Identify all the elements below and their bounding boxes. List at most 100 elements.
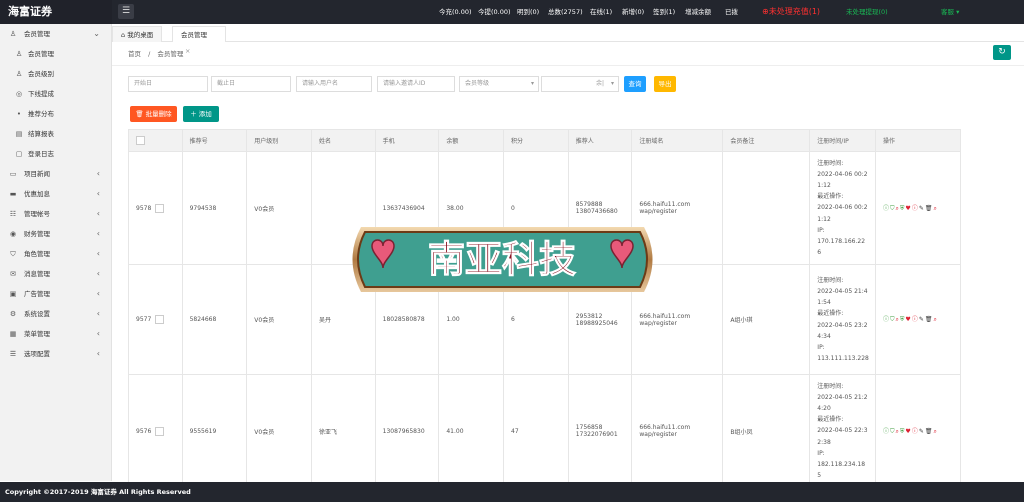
refresh-icon[interactable]: ↻ <box>993 45 1011 60</box>
sidebar-item-14[interactable]: ⚙ 系统设置 ‹ <box>0 304 111 324</box>
search-icon[interactable]: ⌕ <box>896 315 899 324</box>
info-circle-icon[interactable]: ⓘ <box>912 204 918 213</box>
stat-tomorrow[interactable]: 明到(0) <box>517 0 539 24</box>
start-date-input[interactable]: 开始日 <box>128 76 208 92</box>
sidebar-item-0[interactable]: ♙ 会员管理 ⌄ <box>0 24 111 44</box>
watermark-text: 南亚科技 <box>428 237 576 281</box>
sidebar-item-16[interactable]: ☰ 选项配置 ‹ <box>0 344 111 364</box>
row-checkbox[interactable] <box>155 315 165 324</box>
chevron-left-icon: ‹ <box>96 229 100 238</box>
stat-today-withdraw[interactable]: 今提(0.00) <box>478 0 511 24</box>
pending-recharge-alert[interactable]: ⊕未处理充值(1) <box>762 0 820 24</box>
sidebar-item-label: 管理帐号 <box>24 210 50 218</box>
top-bar: 海富证券 ☰ 今充(0.00) 今提(0.00) 明到(0) 总数(2757) … <box>0 0 1024 24</box>
trash-icon[interactable]: 🗑 <box>925 204 933 213</box>
sidebar-item-label: 会员管理 <box>28 50 54 58</box>
sidebar-item-11[interactable]: ⛉ 角色管理 ‹ <box>0 244 111 264</box>
edit-icon[interactable]: ✎ <box>919 315 924 324</box>
sidebar-item-7[interactable]: ▭ 项目新闻 ‹ <box>0 164 111 184</box>
search-icon[interactable]: ⌕ <box>896 427 899 436</box>
cell-ref: 5824668 <box>181 264 248 375</box>
shield-icon[interactable]: ⛨ <box>900 315 905 324</box>
app-logo: 海富证券 <box>0 0 112 24</box>
menu-icon[interactable]: ☰ <box>118 4 134 19</box>
chevron-left-icon: ‹ <box>96 209 100 218</box>
edit-icon[interactable]: ✎ <box>919 427 924 436</box>
heart-icon[interactable]: ♥ <box>905 427 910 436</box>
col-balance: 余额 <box>438 129 505 152</box>
sidebar-item-4[interactable]: • 推荐分布 <box>0 104 111 124</box>
search-icon[interactable]: ⌕ <box>933 204 936 213</box>
heart-icon[interactable]: ♥ <box>905 204 910 213</box>
sidebar-item-6[interactable]: ▢ 登录日志 <box>0 144 111 164</box>
stat-balance-adjust[interactable]: 增减余额 <box>685 0 711 24</box>
trash-icon[interactable]: 🗑 <box>925 427 933 436</box>
sidebar-item-12[interactable]: ✉ 消息管理 ‹ <box>0 264 111 284</box>
tab-member-management[interactable]: 会员管理 × <box>172 26 226 55</box>
shield-check-icon[interactable]: ⛉ <box>890 204 895 213</box>
col-reg: 注册时间/IP <box>809 129 876 152</box>
sidebar-item-9[interactable]: ☷ 管理帐号 ‹ <box>0 204 111 224</box>
heart-icon[interactable]: ♥ <box>905 315 910 324</box>
breadcrumb-home[interactable]: 首页 <box>128 50 141 58</box>
search-icon[interactable]: ⌕ <box>933 315 936 324</box>
shield-check-icon[interactable]: ⛉ <box>890 427 895 436</box>
sidebar-item-label: 结算报表 <box>28 130 54 138</box>
trash-icon[interactable]: 🗑 <box>925 315 933 324</box>
cell-level: V0会员 <box>246 264 312 375</box>
shield-check-icon[interactable]: ⛉ <box>890 315 895 324</box>
info-icon[interactable]: ⓘ <box>883 427 889 436</box>
extra-select[interactable]: 余| ▾ <box>541 76 619 92</box>
referrer-id-input[interactable]: 请输入邀请人ID <box>377 76 455 92</box>
row-id: 9578 <box>128 151 183 265</box>
row-checkbox[interactable] <box>155 203 165 213</box>
edit-icon[interactable]: ✎ <box>919 204 924 213</box>
doc-icon: ▢ <box>15 150 23 158</box>
sidebar-item-1[interactable]: ♙ 会员管理 <box>0 44 111 64</box>
select-all-checkbox[interactable] <box>128 129 183 152</box>
export-button[interactable]: 导出 <box>654 76 676 92</box>
end-date-input[interactable]: 截止日 <box>211 76 291 92</box>
stat-new[interactable]: 新增(0) <box>622 0 644 24</box>
cell-ops: ⓘ⛉⌕⛨♥ⓘ✎🗑⌕ <box>875 264 961 375</box>
trash-icon: 🗑 <box>135 110 144 118</box>
username-input[interactable]: 请输入用户名 <box>296 76 372 92</box>
search-icon[interactable]: ⌕ <box>933 427 936 436</box>
sidebar-item-3[interactable]: ◎ 下线提成 <box>0 84 111 104</box>
info-circle-icon[interactable]: ⓘ <box>912 427 918 436</box>
account-icon: ☷ <box>9 210 17 218</box>
sidebar-item-15[interactable]: ▦ 菜单管理 ‹ <box>0 324 111 344</box>
add-button[interactable]: ＋ 添加 <box>183 106 219 122</box>
cell-points: 47 <box>503 374 569 488</box>
batch-delete-button[interactable]: 🗑 批量删除 <box>130 106 177 122</box>
close-icon[interactable]: × <box>185 47 190 55</box>
row-checkbox[interactable] <box>155 426 165 436</box>
shield-icon[interactable]: ⛨ <box>900 204 905 213</box>
info-icon[interactable]: ⓘ <box>883 315 889 324</box>
stat-dialed[interactable]: 已拨 <box>725 0 738 24</box>
search-icon[interactable]: ⌕ <box>896 204 899 213</box>
sidebar-item-8[interactable]: ▬ 优惠加息 ‹ <box>0 184 111 204</box>
shield-icon[interactable]: ⛨ <box>900 427 905 436</box>
sidebar-item-label: 财务管理 <box>24 230 50 238</box>
sidebar-item-label: 推荐分布 <box>28 110 54 118</box>
shield-icon: ⛉ <box>10 250 16 258</box>
tab-home[interactable]: ⌂ 我的桌面 <box>112 26 163 42</box>
info-circle-icon[interactable]: ⓘ <box>912 315 918 324</box>
divider <box>112 65 1024 66</box>
stat-signin[interactable]: 签到(1) <box>653 0 675 24</box>
pending-withdraw-alert[interactable]: 未处理提现(0) <box>846 0 888 24</box>
sidebar-item-13[interactable]: ▣ 广告管理 ‹ <box>0 284 111 304</box>
stat-online[interactable]: 在线(1) <box>590 0 612 24</box>
sidebar-item-5[interactable]: ▤ 结算报表 <box>0 124 111 144</box>
stat-total[interactable]: 总数(2757) <box>548 0 583 24</box>
level-select[interactable]: 会员等级 ▾ <box>459 76 539 92</box>
breadcrumb: 首页 / 会员管理 <box>128 50 184 58</box>
stat-today-recharge[interactable]: 今充(0.00) <box>439 0 472 24</box>
sidebar-item-label: 项目新闻 <box>24 170 50 178</box>
sidebar-item-10[interactable]: ◉ 财务管理 ‹ <box>0 224 111 244</box>
user-menu[interactable]: 客服 ▾ <box>941 0 959 24</box>
search-button[interactable]: 查询 <box>624 76 646 92</box>
sidebar-item-2[interactable]: ♙ 会员级别 <box>0 64 111 84</box>
info-icon[interactable]: ⓘ <box>883 204 889 213</box>
